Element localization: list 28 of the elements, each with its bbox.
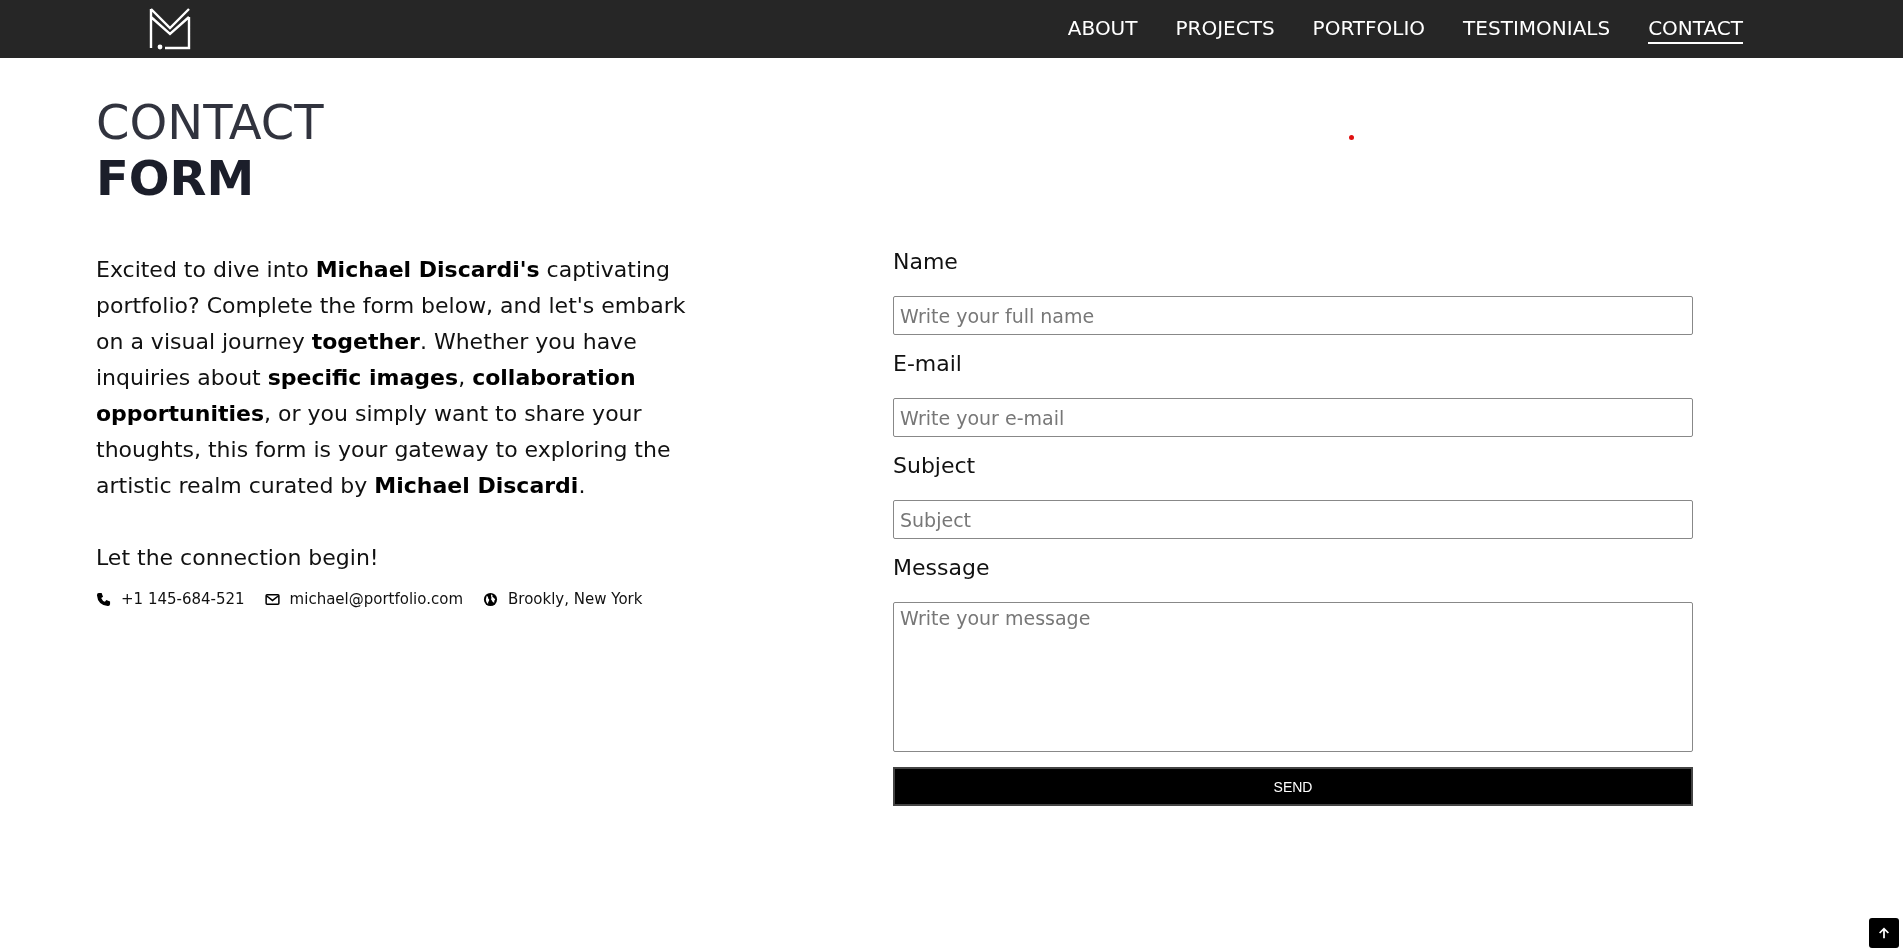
- field-label: Name: [893, 248, 959, 276]
- field-label: E-mail: [893, 350, 963, 378]
- nav-link[interactable]: PROJECTS: [1175, 14, 1275, 44]
- contact-text: michael@portfolio.com: [289, 590, 463, 608]
- field-label: Message: [893, 554, 991, 582]
- closing-text: Let the connection begin!: [96, 544, 380, 572]
- dot-icon: [1349, 135, 1354, 140]
- envelope-icon: [264, 591, 280, 607]
- field-label: Subject: [893, 452, 977, 480]
- phone-icon: [96, 591, 111, 607]
- globe-icon: [483, 591, 498, 607]
- nav-link[interactable]: ABOUT: [1067, 14, 1138, 44]
- heading-light-text: CONTACT: [96, 94, 324, 150]
- nav-link[interactable]: TESTIMONIALS: [1463, 14, 1611, 44]
- nav-link[interactable]: CONTACT: [1648, 14, 1743, 44]
- logo-icon[interactable]: [149, 8, 191, 50]
- message-field[interactable]: Write your message: [893, 602, 1693, 752]
- heading-bold-text: FORM: [96, 150, 255, 206]
- input-field[interactable]: Write your e-mail: [893, 398, 1693, 437]
- nav-link[interactable]: PORTFOLIO: [1312, 14, 1426, 44]
- contact-text: +1 145-684-521: [121, 590, 245, 608]
- send-button[interactable]: SEND: [893, 767, 1693, 806]
- arrow-up-icon: [1877, 926, 1891, 940]
- intro-paragraph: Excited to dive into Michael Discardi's captivating portfolio? Complete the form below, and let's embark on a visual journey together. Whether you have inquiries about specific images, collaboration opportunities, or you simply want to share your thoughts, this form is your gateway to exploring the artistic realm curated by Michael Discardi.: [96, 256, 687, 500]
- contact-text: Brookly, New York: [508, 590, 643, 608]
- input-field[interactable]: Write your full name: [893, 296, 1693, 335]
- input-field[interactable]: Subject: [893, 500, 1693, 539]
- scroll-to-top-button[interactable]: [1869, 918, 1899, 948]
